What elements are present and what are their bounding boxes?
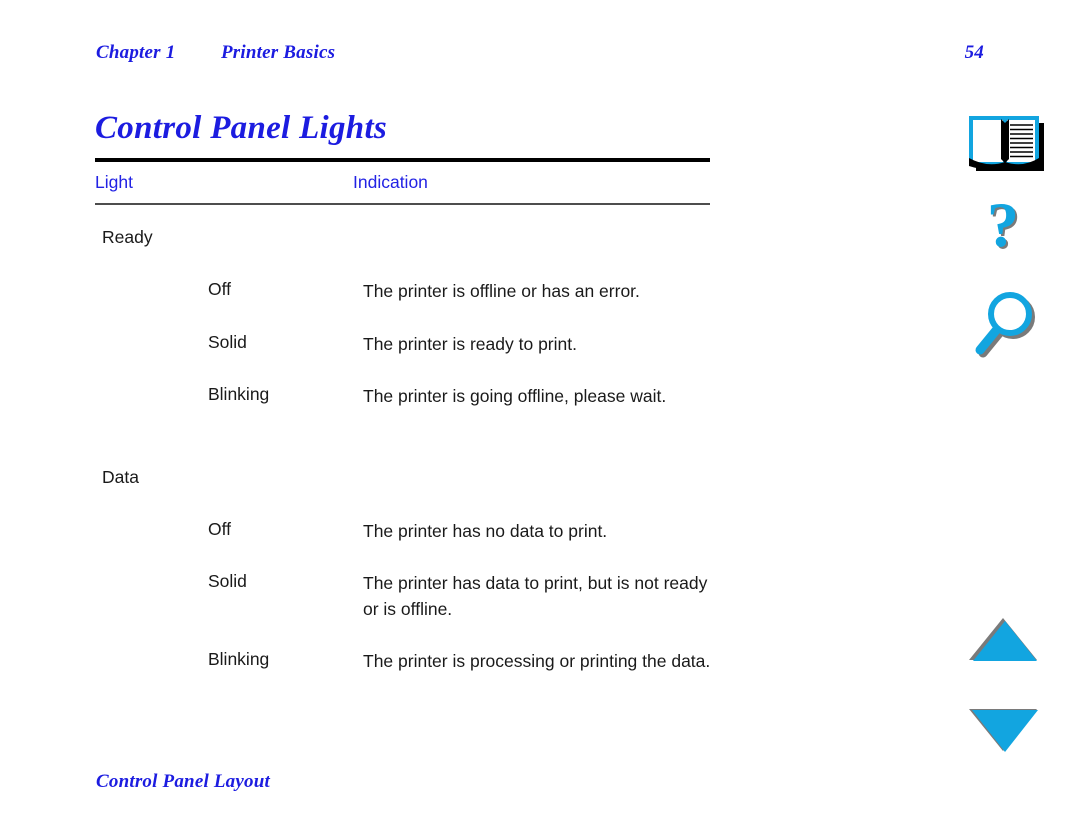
light-state-label: Solid	[208, 571, 247, 591]
light-state-label: Off	[208, 279, 232, 299]
light-state-label: Off	[208, 518, 232, 539]
light-indication-description: The printer is ready to print.	[363, 333, 577, 354]
triangle-down-icon	[969, 709, 1038, 752]
light-indication-description: The printer is processing or printing th…	[363, 651, 711, 671]
light-group-label: Data	[102, 466, 139, 487]
svg-text:?: ?	[987, 196, 1019, 260]
book-icon	[969, 116, 1044, 171]
search-button[interactable]	[955, 288, 1055, 360]
light-state-label: Blinking	[208, 649, 270, 669]
table-body: Ready Off The printer is offline or has an…	[95, 205, 710, 702]
light-state-label: Solid	[208, 331, 247, 352]
page-header: Chapter 1 Printer Basics 54	[96, 42, 984, 70]
page-number: 54	[964, 42, 984, 63]
light-indication-description: The printer has no data to print.	[363, 520, 608, 541]
light-state-label: Blinking	[208, 384, 270, 404]
control-panel-lights-table: Light Indication Ready Off The printer is …	[95, 158, 710, 702]
question-mark-icon: ? ?	[987, 189, 1021, 262]
next-page-button[interactable]	[955, 704, 1055, 756]
light-group-label: Ready	[102, 227, 153, 247]
previous-page-button[interactable]	[955, 614, 1055, 666]
book-button[interactable]	[955, 108, 1055, 174]
light-indication-description: The printer is going offline, please wai…	[363, 386, 667, 406]
light-indication-description: The printer has data to print, but is no…	[363, 573, 708, 619]
column-header-indication: Indication	[353, 172, 428, 192]
help-button[interactable]: ? ?	[955, 189, 1055, 266]
magnifier-icon	[975, 292, 1035, 358]
navigation-rail: ? ?	[955, 0, 1065, 834]
page-title: Control Panel Lights	[95, 110, 388, 147]
triangle-up-icon	[969, 618, 1037, 661]
column-header-light: Light	[95, 172, 133, 192]
table-header-row: Light Indication	[95, 162, 710, 203]
light-indication-description: The printer is offline or has an error.	[363, 281, 640, 301]
footer-link-control-panel-layout[interactable]: Control Panel Layout	[96, 771, 270, 793]
